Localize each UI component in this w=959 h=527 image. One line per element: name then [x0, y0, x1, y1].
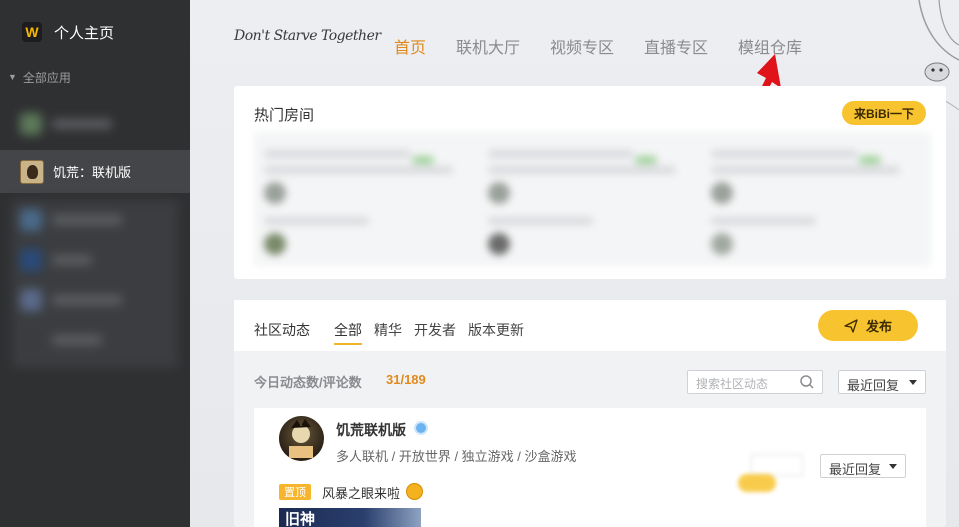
blurred-app-list-bottom	[12, 200, 178, 368]
caret-down-icon	[889, 464, 897, 469]
heart-eyes-emoji-icon	[406, 483, 423, 500]
sidebar-title: 个人主页	[54, 24, 115, 42]
caret-down-icon: ▼	[8, 72, 17, 82]
list-item[interactable]	[12, 200, 178, 240]
post-button-label: 发布	[865, 319, 892, 334]
dont-starve-icon	[20, 159, 44, 184]
tab-version-update[interactable]: 版本更新	[468, 320, 524, 340]
send-icon	[844, 318, 858, 333]
nav-video[interactable]: 视频专区	[550, 34, 614, 58]
ghost-sort-select: 最近回复	[820, 454, 906, 478]
post-item[interactable]: 饥荒联机版 多人联机 / 开放世界 / 独立游戏 / 沙盒游戏 置顶 风暴之眼来…	[254, 408, 926, 527]
hot-rooms-title: 热门房间	[254, 107, 315, 124]
verified-icon	[414, 421, 428, 435]
blurred-room-list	[254, 132, 931, 266]
sort-select-value: 最近回复	[847, 378, 900, 393]
sidebar-section-all-apps[interactable]: ▼ 全部应用	[0, 66, 190, 88]
room-item[interactable]	[487, 142, 698, 256]
ghost-search-input	[751, 454, 803, 476]
room-item[interactable]	[711, 142, 921, 256]
bibi-button[interactable]: 来BiBi一下	[841, 101, 926, 125]
community-title: 社区动态	[254, 322, 310, 338]
post-author[interactable]: 饥荒联机版	[336, 420, 406, 440]
search-placeholder: 搜索社区动态	[696, 377, 769, 391]
tab-all[interactable]: 全部	[334, 320, 362, 345]
nav-live[interactable]: 直播专区	[644, 34, 708, 58]
pinned-badge: 置顶	[279, 484, 311, 500]
room-item[interactable]	[264, 142, 474, 256]
app-logo-icon: W	[22, 22, 42, 42]
list-item[interactable]	[12, 104, 178, 144]
tab-developer[interactable]: 开发者	[414, 320, 456, 340]
brand-logo[interactable]: Don't Starve Together	[234, 28, 381, 44]
thumbnail-text: 旧神	[285, 511, 316, 527]
post-tags: 多人联机 / 开放世界 / 独立游戏 / 沙盒游戏	[336, 449, 577, 464]
ghost-pill	[738, 474, 776, 492]
tab-featured[interactable]: 精华	[374, 320, 402, 340]
nav-lobby[interactable]: 联机大厅	[456, 34, 520, 58]
list-item[interactable]	[12, 320, 178, 360]
daily-stats-value: 31/189	[386, 372, 426, 387]
sidebar-section-label: 全部应用	[22, 70, 71, 85]
sidebar-header[interactable]: W 个人主页	[0, 0, 190, 64]
sidebar-item-dont-starve[interactable]: 饥荒：联机版	[0, 150, 190, 193]
community-card: 社区动态 全部 精华 开发者 版本更新 发布 今日动态数/评论数 31/189 …	[234, 300, 946, 527]
caret-down-icon	[909, 380, 917, 385]
avatar[interactable]	[279, 416, 324, 461]
blurred-app-list-top	[12, 104, 178, 144]
top-navigation: Don't Starve Together 首页 联机大厅 视频专区 直播专区 …	[190, 0, 959, 86]
sort-select[interactable]: 最近回复	[838, 370, 926, 394]
sidebar-item-label: 饥荒：联机版	[53, 165, 132, 180]
daily-stats-label: 今日动态数/评论数	[254, 375, 362, 390]
post-thumbnail[interactable]: 旧神	[279, 508, 421, 527]
sidebar: W 个人主页 ▼ 全部应用 饥荒：联机版	[0, 0, 190, 527]
community-search-input[interactable]: 搜索社区动态	[687, 370, 823, 394]
post-button[interactable]: 发布	[818, 310, 918, 341]
hot-rooms-card: 热门房间 来BiBi一下	[234, 86, 946, 279]
list-item[interactable]	[12, 240, 178, 280]
nav-home[interactable]: 首页	[394, 34, 426, 58]
post-title[interactable]: 风暴之眼来啦	[322, 483, 400, 502]
dont-starve-avatar-icon	[289, 419, 313, 458]
ghost-select-value: 最近回复	[829, 462, 882, 477]
list-item[interactable]	[12, 280, 178, 320]
search-icon[interactable]	[799, 374, 815, 390]
community-header: 社区动态 全部 精华 开发者 版本更新 发布	[234, 300, 946, 351]
